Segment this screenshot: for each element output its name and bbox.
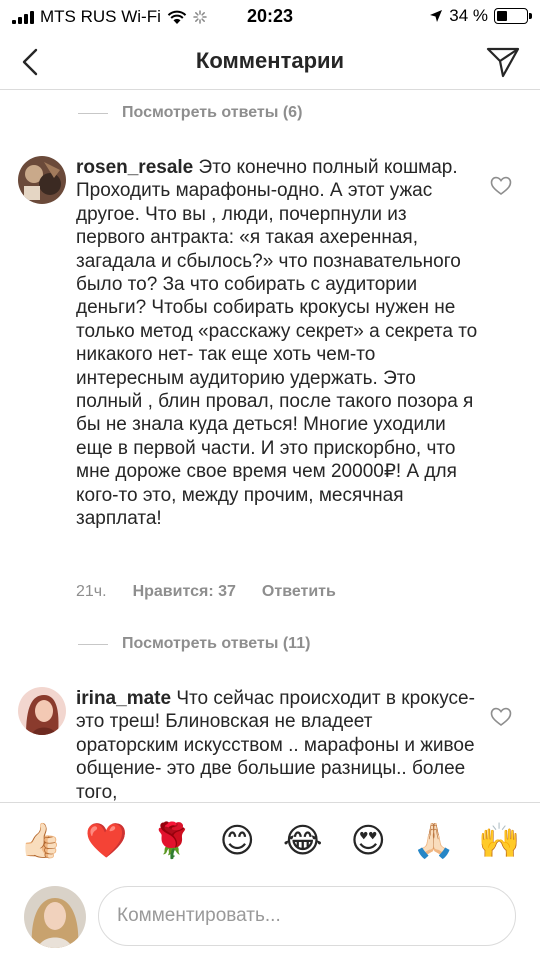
smiling-face-emoji-button[interactable]: 😊	[215, 819, 259, 863]
paper-plane-icon	[486, 47, 520, 78]
page-title: Комментарии	[195, 48, 345, 73]
avatar	[24, 886, 86, 948]
comment-likes[interactable]: Нравится: 37	[133, 583, 236, 601]
heart-eyes-emoji-button[interactable]: 😍	[346, 819, 390, 863]
view-replies-button[interactable]: Посмотреть ответы (11)	[78, 635, 310, 653]
comment-item: rosen_resale Это конечно полный кошмар. …	[18, 156, 522, 616]
thumbs-up-emoji-button[interactable]: 👍🏻	[19, 819, 63, 863]
comment-meta: 21ч. Нравится: 37 Ответить	[76, 583, 336, 601]
comments-list[interactable]: Посмотреть ответы (6) rosen_resale Это к…	[0, 90, 540, 802]
tears-of-joy-emoji-button[interactable]: 😂	[281, 819, 325, 863]
location-arrow-icon	[430, 10, 443, 22]
folded-hands-emoji-button[interactable]: 🙏🏻	[412, 819, 456, 863]
divider-line	[78, 112, 108, 114]
comment-text: Это конечно полный кошмар. Проходить мар…	[76, 157, 478, 530]
status-bar: MTS RUS Wi-Fi 20:23 34 %	[0, 0, 540, 34]
rose-emoji-button[interactable]: 🌹	[150, 819, 194, 863]
comment-text-block: irina_mate Что сейчас происходит в кроку…	[76, 687, 478, 802]
view-replies-label: Посмотреть ответы (11)	[122, 635, 311, 652]
comment-input-bar	[0, 878, 540, 960]
raised-hands-emoji-button[interactable]: 🙌	[477, 819, 521, 863]
comment-input[interactable]	[98, 886, 516, 946]
comment-time: 21ч.	[76, 583, 107, 600]
view-replies-label: Посмотреть ответы (6)	[122, 104, 303, 121]
avatar[interactable]	[18, 687, 66, 735]
view-replies-button[interactable]: Посмотреть ответы (6)	[78, 104, 302, 122]
status-right: 34 %	[429, 6, 532, 26]
comment-item: irina_mate Что сейчас происходит в кроку…	[18, 687, 522, 802]
divider-line	[78, 643, 108, 645]
reply-button[interactable]: Ответить	[262, 583, 336, 601]
header: Комментарии	[0, 34, 540, 90]
emoji-quick-bar: 👍🏻 ❤️ 🌹 😊 😂 😍 🙏🏻 🙌	[0, 802, 540, 878]
like-heart-icon[interactable]	[490, 707, 512, 727]
comment-username[interactable]: irina_mate	[76, 688, 171, 709]
red-heart-emoji-button[interactable]: ❤️	[84, 819, 128, 863]
battery-percent: 34 %	[449, 6, 488, 25]
comment-text-block: rosen_resale Это конечно полный кошмар. …	[76, 156, 478, 531]
direct-message-button[interactable]	[484, 43, 522, 81]
battery-fill	[497, 11, 507, 21]
battery-icon	[494, 8, 532, 24]
comment-username[interactable]: rosen_resale	[76, 157, 193, 178]
avatar[interactable]	[18, 156, 66, 204]
like-heart-icon[interactable]	[490, 176, 512, 196]
